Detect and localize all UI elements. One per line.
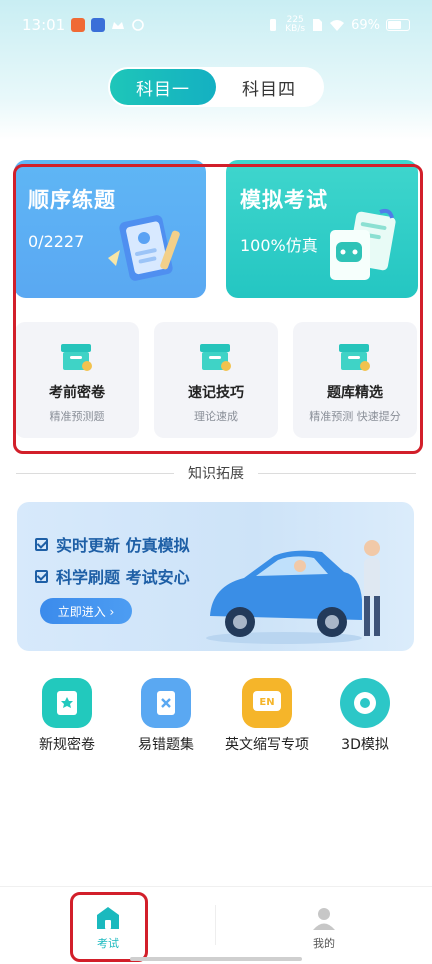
status-bar: 13:01 225 KB/s 69% [0, 0, 432, 50]
english-abbreviations-item[interactable]: EN 英文缩写专项 [215, 678, 319, 754]
tab-subject-one[interactable]: 科目一 [110, 69, 216, 105]
3d-camera-icon [340, 678, 390, 728]
nav-exam[interactable]: 考试 [68, 905, 148, 951]
section-divider: 知识拓展 [16, 462, 416, 484]
sequential-practice-card[interactable]: 顺序练题 0/2227 [14, 160, 206, 298]
network-speed: 225 KB/s [285, 15, 306, 34]
error-notebook-icon [141, 678, 191, 728]
nav-exam-label: 考试 [97, 937, 119, 950]
box-icon [61, 344, 92, 371]
3d-simulation-item[interactable]: 3D模拟 [315, 678, 415, 754]
banner-line-2: 科学刷题 考试安心 [35, 564, 190, 588]
question-bank-title: 题库精选 [327, 385, 383, 401]
banner-line-1: 实时更新 仿真模拟 [35, 532, 190, 556]
pre-exam-papers-subtitle: 精准预测题 [49, 410, 105, 423]
box-icon [200, 344, 231, 371]
memory-tips-card[interactable]: 速记技巧 理论速成 [154, 322, 278, 438]
enter-now-button[interactable]: 立即进入 › [40, 598, 132, 624]
vibrate-icon [270, 19, 277, 31]
car-instructor-illustration [206, 540, 380, 644]
wifi-icon [330, 20, 345, 31]
app-notification-icon [71, 18, 86, 32]
game-notification-icon [91, 18, 106, 32]
home-indicator [130, 957, 302, 961]
new-rules-papers-label: 新规密卷 [39, 737, 95, 753]
user-icon [313, 908, 335, 930]
home-icon [97, 907, 119, 929]
clock: 13:01 [22, 16, 66, 34]
en-chat-icon: EN [242, 678, 292, 728]
bottom-navigation: 考试 我的 [0, 886, 432, 964]
mock-exam-card[interactable]: 模拟考试 100%仿真 [226, 160, 418, 298]
battery-percent: 69% [351, 17, 380, 33]
promo-banner[interactable]: 实时更新 仿真模拟 科学刷题 考试安心 立即进入 › [17, 502, 414, 651]
question-bank-card[interactable]: 题库精选 精准预测 快速提分 [293, 322, 417, 438]
clipboard-illustration [108, 215, 180, 281]
memory-tips-title: 速记技巧 [188, 385, 244, 401]
new-rules-papers-item[interactable]: 新规密卷 [17, 678, 117, 754]
knowledge-expansion-heading: 知识拓展 [188, 466, 244, 482]
error-prone-set-item[interactable]: 易错题集 [116, 678, 216, 754]
question-bank-subtitle: 精准预测 快速提分 [309, 410, 401, 423]
sync-icon [132, 19, 145, 31]
check-icon [35, 569, 48, 583]
crown-icon [112, 22, 125, 29]
memory-tips-subtitle: 理论速成 [194, 410, 238, 423]
nav-mine-label: 我的 [313, 937, 335, 950]
battery-icon [386, 19, 410, 31]
error-prone-set-label: 易错题集 [138, 737, 194, 753]
svg-text:EN: EN [259, 697, 274, 708]
english-abbreviations-label: 英文缩写专项 [225, 737, 309, 753]
subject-toggle: 科目一 科目四 [108, 67, 324, 107]
check-icon [35, 537, 48, 551]
box-icon [339, 344, 370, 371]
3d-simulation-label: 3D模拟 [341, 737, 389, 753]
sim-icon [313, 19, 323, 31]
star-book-icon [42, 678, 92, 728]
nav-mine[interactable]: 我的 [284, 905, 364, 951]
pre-exam-papers-title: 考前密卷 [49, 385, 105, 401]
exam-papers-illustration [330, 208, 396, 280]
pre-exam-papers-card[interactable]: 考前密卷 精准预测题 [15, 322, 139, 438]
tab-subject-four[interactable]: 科目四 [216, 69, 322, 105]
